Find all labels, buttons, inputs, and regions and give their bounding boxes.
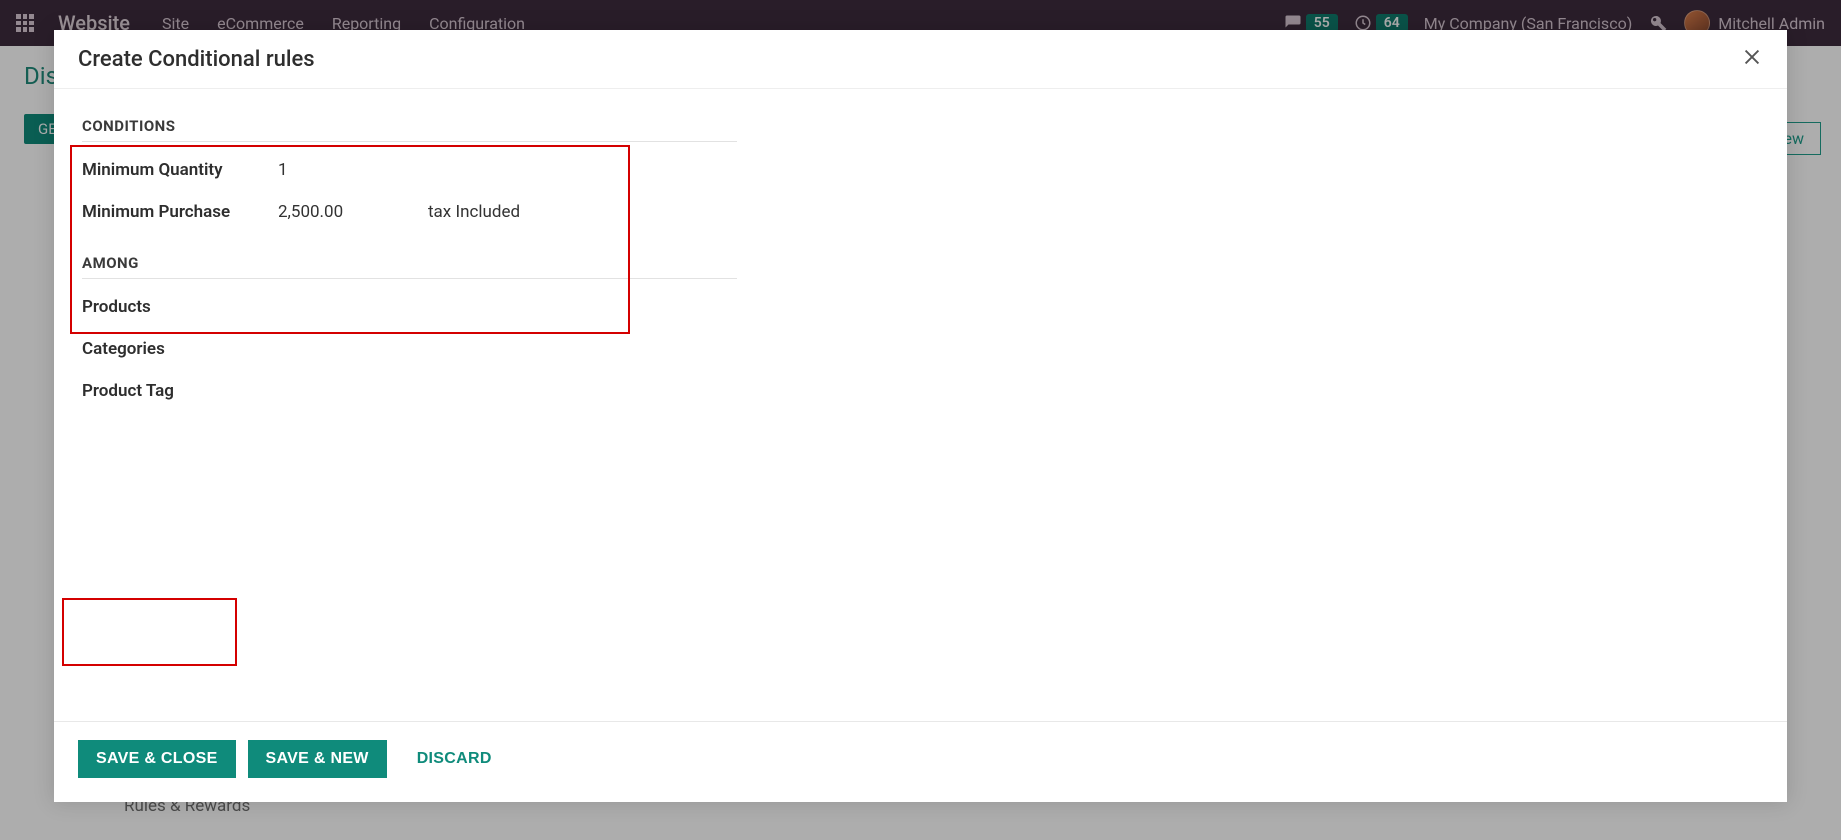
modal-header: Create Conditional rules xyxy=(54,30,1787,89)
among-products[interactable]: Products xyxy=(82,297,1759,317)
save-close-button[interactable]: SAVE & CLOSE xyxy=(78,740,236,778)
discard-button[interactable]: DISCARD xyxy=(399,740,510,778)
section-among-title: AMONG xyxy=(82,254,737,279)
min-purchase-label: Minimum Purchase xyxy=(82,202,278,222)
modal-title: Create Conditional rules xyxy=(78,47,315,72)
among-product-tag[interactable]: Product Tag xyxy=(82,381,1759,401)
min-purchase-value[interactable]: 2,500.00 xyxy=(278,202,428,222)
modal-footer: SAVE & CLOSE SAVE & NEW DISCARD xyxy=(54,721,1787,802)
close-icon xyxy=(1741,46,1763,68)
min-quantity-value[interactable]: 1 xyxy=(278,160,428,180)
section-conditions-title: CONDITIONS xyxy=(82,117,737,142)
field-min-quantity: Minimum Quantity 1 xyxy=(82,160,1759,180)
conditional-rules-modal: Create Conditional rules CONDITIONS Mini… xyxy=(54,30,1787,802)
modal-body: CONDITIONS Minimum Quantity 1 Minimum Pu… xyxy=(54,89,1787,721)
field-min-purchase: Minimum Purchase 2,500.00 tax Included xyxy=(82,202,1759,222)
close-button[interactable] xyxy=(1741,46,1763,72)
tax-included-note: tax Included xyxy=(428,202,520,222)
among-categories[interactable]: Categories xyxy=(82,339,1759,359)
save-new-button[interactable]: SAVE & NEW xyxy=(248,740,387,778)
min-quantity-label: Minimum Quantity xyxy=(82,160,278,180)
